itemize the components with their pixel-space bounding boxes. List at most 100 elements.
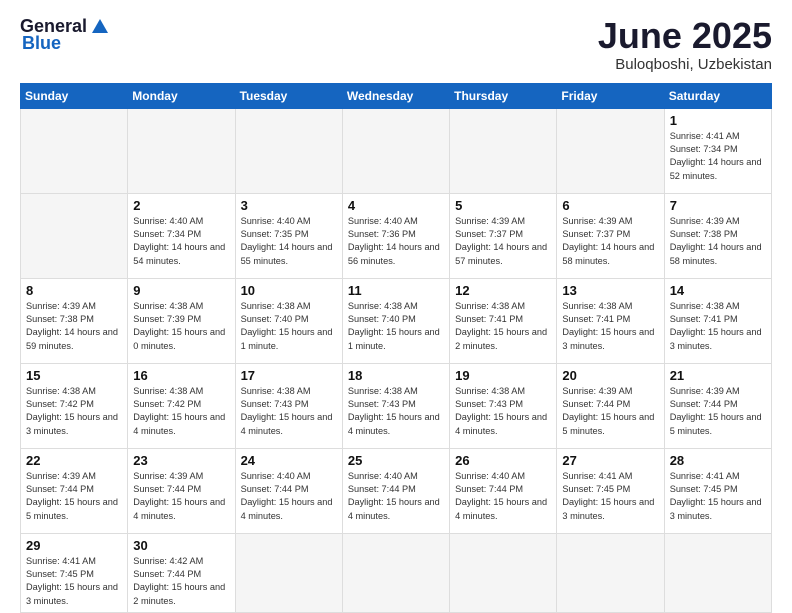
calendar-week-5: 22 Sunrise: 4:39 AMSunset: 7:44 PMDayligh… [21,448,772,533]
calendar-cell-15: 15 Sunrise: 4:38 AMSunset: 7:42 PMDayligh… [21,363,128,448]
calendar-cell-3: 3 Sunrise: 4:40 AMSunset: 7:35 PMDaylight… [235,193,342,278]
calendar-cell-24: 24Sunrise: 4:40 AMSunset: 7:44 PMDayligh… [235,448,342,533]
calendar-cell-empty [342,108,449,193]
cell-content: Sunrise: 4:38 AMSunset: 7:42 PMDaylight:… [133,386,225,436]
calendar-cell-13: 13 Sunrise: 4:38 AMSunset: 7:41 PMDayligh… [557,278,664,363]
cell-content: Sunrise: 4:40 AMSunset: 7:35 PMDaylight:… [241,216,333,266]
cell-content: Sunrise: 4:41 AMSunset: 7:45 PMDaylight:… [562,471,654,521]
day-number: 21 [670,368,766,383]
day-number: 22 [26,453,122,468]
cell-content: Sunrise: 4:38 AMSunset: 7:39 PMDaylight:… [133,301,225,351]
day-number: 8 [26,283,122,298]
calendar-cell-empty [450,533,557,612]
calendar-cell-28: 28 Sunrise: 4:41 AMSunset: 7:45 PMDayligh… [664,448,771,533]
cell-content: Sunrise: 4:38 AMSunset: 7:43 PMDaylight:… [348,386,440,436]
day-number: 29 [26,538,122,553]
day-number: 26 [455,453,551,468]
day-number: 18 [348,368,444,383]
calendar-cell-empty [557,533,664,612]
calendar-cell-23: 23Sunrise: 4:39 AMSunset: 7:44 PMDayligh… [128,448,235,533]
calendar-cell-5: 5Sunrise: 4:39 AMSunset: 7:37 PMDaylight… [450,193,557,278]
calendar-cell-10: 10 Sunrise: 4:38 AMSunset: 7:40 PMDayligh… [235,278,342,363]
calendar-header-wednesday: Wednesday [342,83,449,108]
calendar-cell-21: 21 Sunrise: 4:39 AMSunset: 7:44 PMDayligh… [664,363,771,448]
calendar-header-sunday: Sunday [21,83,128,108]
day-number: 14 [670,283,766,298]
cell-content: Sunrise: 4:39 AMSunset: 7:37 PMDaylight:… [562,216,654,266]
cell-content: Sunrise: 4:40 AMSunset: 7:44 PMDaylight:… [455,471,547,521]
logo: General Blue [20,16,111,54]
day-number: 4 [348,198,444,213]
day-number: 27 [562,453,658,468]
subtitle: Buloqboshi, Uzbekistan [598,56,772,73]
calendar-header-friday: Friday [557,83,664,108]
cell-content: Sunrise: 4:38 AMSunset: 7:41 PMDaylight:… [455,301,547,351]
calendar-cell-empty [235,108,342,193]
day-number: 25 [348,453,444,468]
day-number: 6 [562,198,658,213]
calendar-header-thursday: Thursday [450,83,557,108]
day-number: 9 [133,283,229,298]
calendar-header-monday: Monday [128,83,235,108]
calendar-header-saturday: Saturday [664,83,771,108]
calendar-cell-20: 20Sunrise: 4:39 AMSunset: 7:44 PMDayligh… [557,363,664,448]
calendar-cell-26: 26 Sunrise: 4:40 AMSunset: 7:44 PMDayligh… [450,448,557,533]
calendar-cell-25: 25 Sunrise: 4:40 AMSunset: 7:44 PMDayligh… [342,448,449,533]
calendar-cell-16: 16 Sunrise: 4:38 AMSunset: 7:42 PMDayligh… [128,363,235,448]
day-number: 17 [241,368,337,383]
cell-content: Sunrise: 4:39 AMSunset: 7:38 PMDaylight:… [670,216,762,266]
calendar-header-tuesday: Tuesday [235,83,342,108]
cell-content: Sunrise: 4:39 AMSunset: 7:44 PMDaylight:… [26,471,118,521]
day-number: 11 [348,283,444,298]
title-block: June 2025 Buloqboshi, Uzbekistan [598,16,772,73]
cell-content: Sunrise: 4:40 AMSunset: 7:44 PMDaylight:… [348,471,440,521]
day-number: 28 [670,453,766,468]
calendar-cell-empty [235,533,342,612]
calendar-table: SundayMondayTuesdayWednesdayThursdayFrid… [20,83,772,613]
calendar-cell-27: 27 Sunrise: 4:41 AMSunset: 7:45 PMDayligh… [557,448,664,533]
day-number: 30 [133,538,229,553]
cell-content: Sunrise: 4:39 AMSunset: 7:44 PMDaylight:… [670,386,762,436]
day-number: 13 [562,283,658,298]
calendar-cell-29: 29 Sunrise: 4:41 AMSunset: 7:45 PMDayligh… [21,533,128,612]
cell-content: Sunrise: 4:38 AMSunset: 7:40 PMDaylight:… [348,301,440,351]
calendar-cell-empty [342,533,449,612]
calendar-cell-2: 2Sunrise: 4:40 AMSunset: 7:34 PMDaylight… [128,193,235,278]
calendar-cell-empty [664,533,771,612]
calendar-week-6: 29 Sunrise: 4:41 AMSunset: 7:45 PMDayligh… [21,533,772,612]
day-number: 12 [455,283,551,298]
cell-content: Sunrise: 4:38 AMSunset: 7:42 PMDaylight:… [26,386,118,436]
calendar-cell-22: 22 Sunrise: 4:39 AMSunset: 7:44 PMDayligh… [21,448,128,533]
cell-content: Sunrise: 4:38 AMSunset: 7:41 PMDaylight:… [670,301,762,351]
calendar-cell-empty [450,108,557,193]
calendar-cell-4: 4Sunrise: 4:40 AMSunset: 7:36 PMDaylight… [342,193,449,278]
calendar-cell-17: 17Sunrise: 4:38 AMSunset: 7:43 PMDayligh… [235,363,342,448]
cell-content: Sunrise: 4:39 AMSunset: 7:37 PMDaylight:… [455,216,547,266]
cell-content: Sunrise: 4:39 AMSunset: 7:44 PMDaylight:… [133,471,225,521]
day-number: 19 [455,368,551,383]
cell-content: Sunrise: 4:41 AMSunset: 7:45 PMDaylight:… [670,471,762,521]
calendar-cell-11: 11 Sunrise: 4:38 AMSunset: 7:40 PMDayligh… [342,278,449,363]
day-number: 10 [241,283,337,298]
day-number: 16 [133,368,229,383]
cell-content: Sunrise: 4:38 AMSunset: 7:41 PMDaylight:… [562,301,654,351]
calendar-cell-8: 8 Sunrise: 4:39 AMSunset: 7:38 PMDaylight… [21,278,128,363]
day-number: 1 [670,113,766,128]
cell-content: Sunrise: 4:39 AMSunset: 7:38 PMDaylight:… [26,301,118,351]
calendar-week-4: 15 Sunrise: 4:38 AMSunset: 7:42 PMDayligh… [21,363,772,448]
cell-content: Sunrise: 4:38 AMSunset: 7:40 PMDaylight:… [241,301,333,351]
cell-content: Sunrise: 4:39 AMSunset: 7:44 PMDaylight:… [562,386,654,436]
calendar-cell-6: 6 Sunrise: 4:39 AMSunset: 7:37 PMDaylight… [557,193,664,278]
calendar-cell-30: 30Sunrise: 4:42 AMSunset: 7:44 PMDayligh… [128,533,235,612]
logo-blue-text: Blue [22,33,61,54]
calendar-week-2: 2Sunrise: 4:40 AMSunset: 7:34 PMDaylight… [21,193,772,278]
calendar-cell-19: 19Sunrise: 4:38 AMSunset: 7:43 PMDayligh… [450,363,557,448]
calendar-week-1: 1Sunrise: 4:41 AMSunset: 7:34 PMDaylight… [21,108,772,193]
calendar-cell-7: 7Sunrise: 4:39 AMSunset: 7:38 PMDaylight… [664,193,771,278]
cell-content: Sunrise: 4:40 AMSunset: 7:34 PMDaylight:… [133,216,225,266]
day-number: 3 [241,198,337,213]
day-number: 15 [26,368,122,383]
calendar-cell-9: 9 Sunrise: 4:38 AMSunset: 7:39 PMDaylight… [128,278,235,363]
cell-content: Sunrise: 4:41 AMSunset: 7:45 PMDaylight:… [26,556,118,606]
calendar-header-row: SundayMondayTuesdayWednesdayThursdayFrid… [21,83,772,108]
